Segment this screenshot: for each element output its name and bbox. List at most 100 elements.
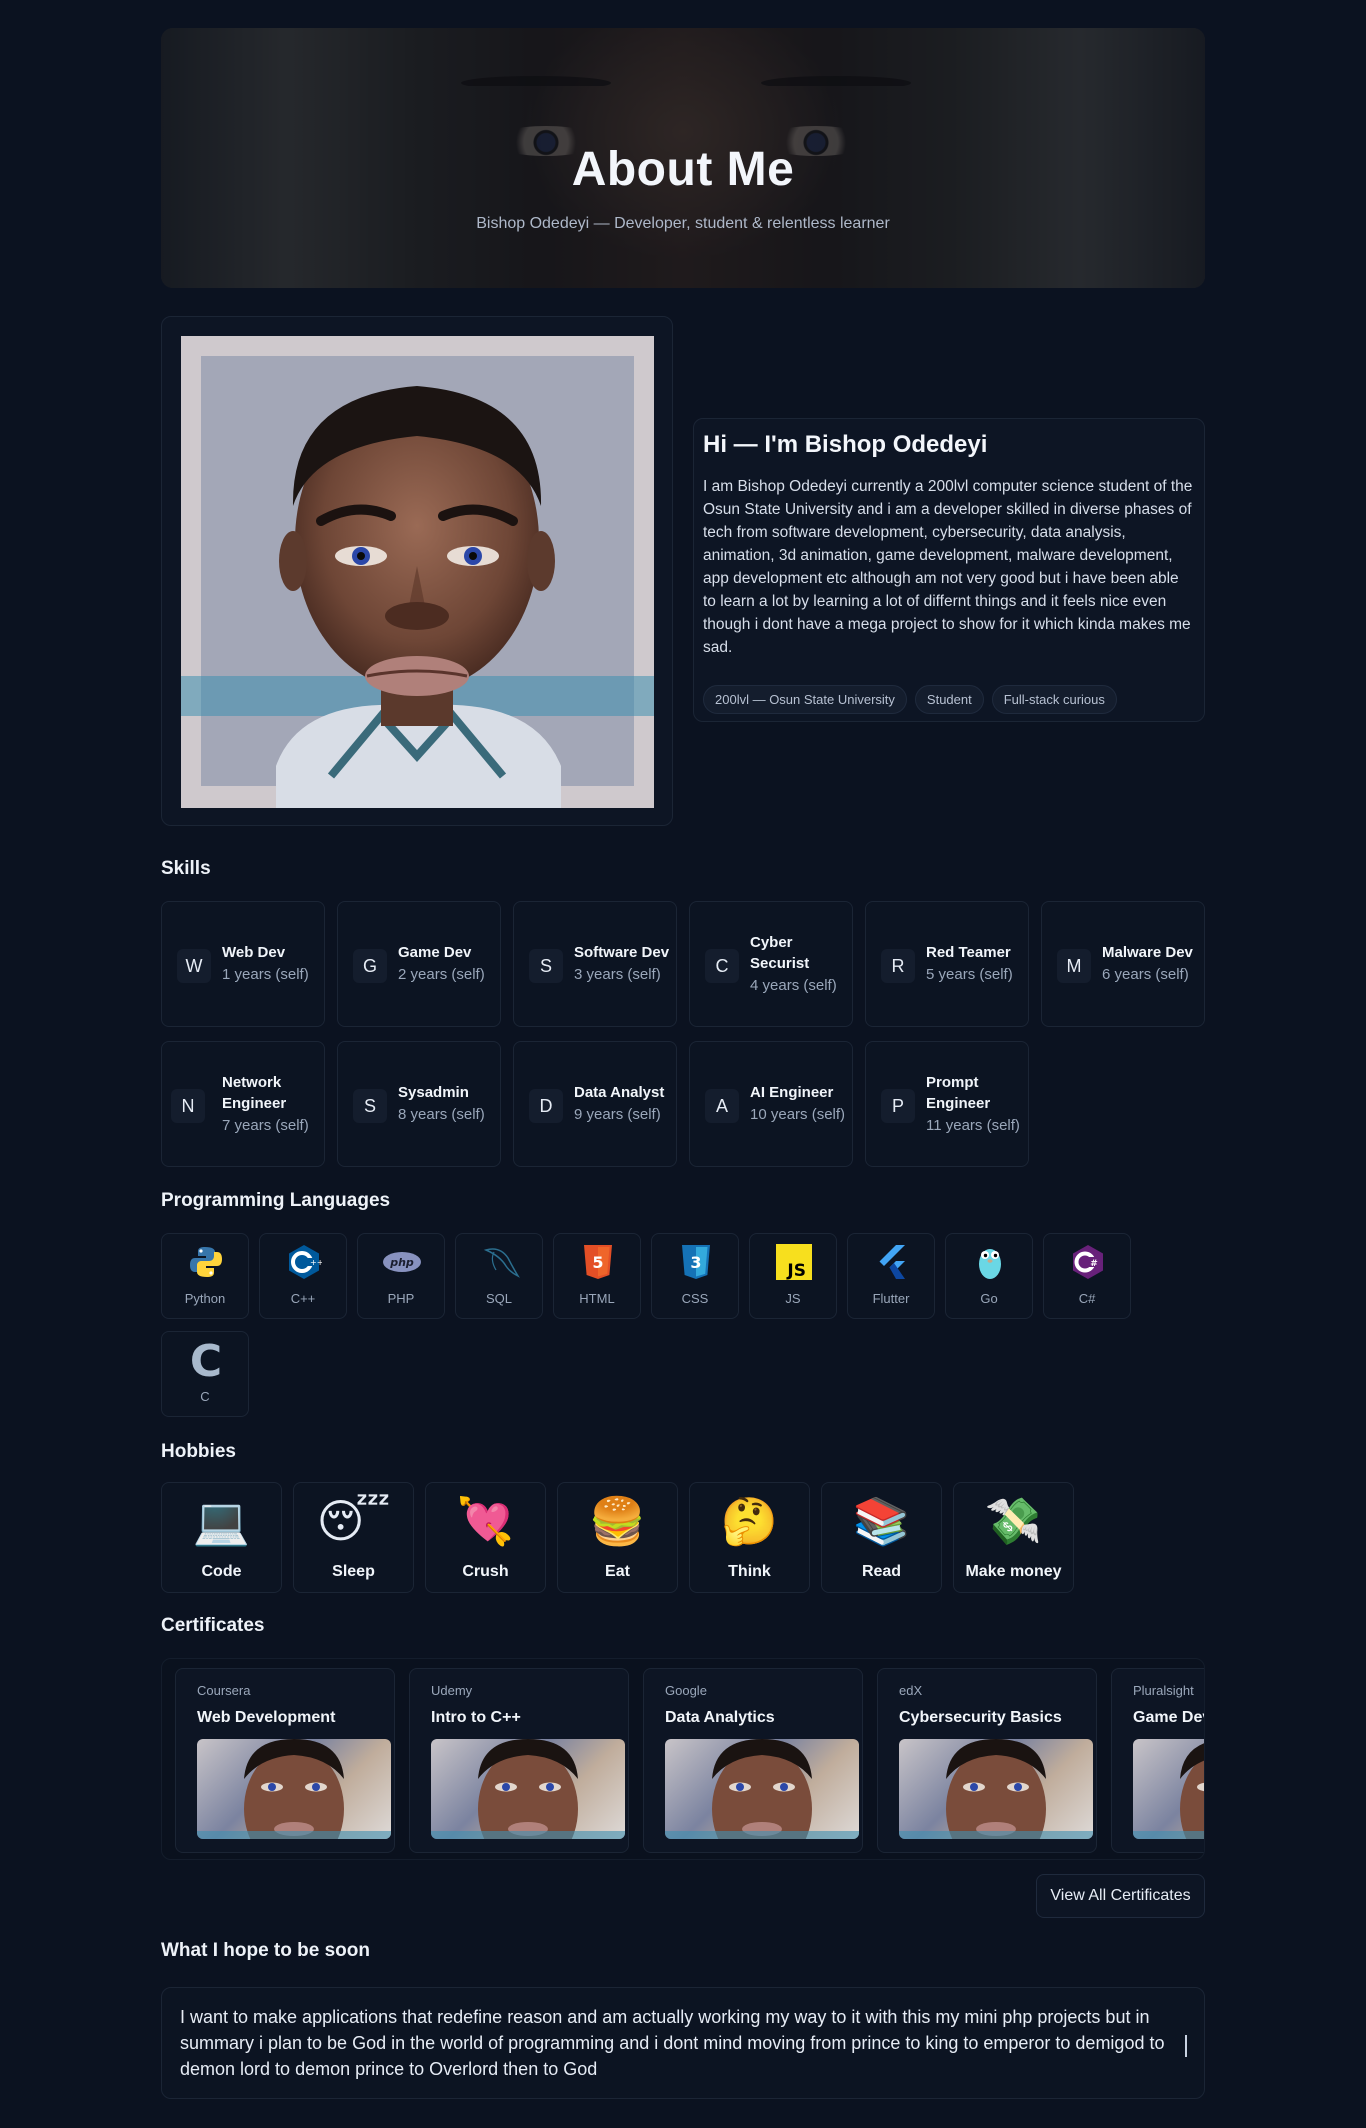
heart-arrow-icon: 💘 [456, 1495, 515, 1547]
language-html: 5 HTML [553, 1233, 641, 1319]
language-python: Python [161, 1233, 249, 1319]
hobbies-heading: Hobbies [161, 1441, 236, 1462]
hobby-make-money: 💸 Make money [953, 1482, 1074, 1593]
certificate-title: Web Development [197, 1709, 336, 1726]
certificate-card[interactable]: Google Data Analytics [643, 1668, 863, 1853]
hope-text-box: I want to make applications that redefin… [161, 1987, 1205, 2099]
svg-text:php: php [389, 1256, 414, 1269]
skill-name: Web Dev [222, 944, 286, 961]
skill-card-ai-engineer: A AI Engineer 10 years (self) [689, 1041, 853, 1167]
js-icon: JS [774, 1242, 814, 1282]
portrait-illustration [181, 336, 654, 808]
language-label: C# [1078, 1291, 1096, 1306]
certificates-heading: Certificates [161, 1615, 265, 1636]
hobby-label: Read [861, 1563, 902, 1580]
skill-initial: P [881, 1089, 915, 1123]
tag-student: Student [914, 685, 984, 714]
svg-text:3: 3 [690, 1253, 701, 1272]
svg-text:#: # [1090, 1259, 1098, 1269]
go-icon [970, 1242, 1010, 1282]
page-title: About Me [571, 143, 795, 196]
html-icon: 5 [578, 1242, 618, 1282]
certificate-image [665, 1739, 859, 1839]
language-php: php PHP [357, 1233, 445, 1319]
skill-name: Data Analyst [574, 1084, 665, 1101]
certificate-title: Game Dev I [1133, 1709, 1204, 1726]
skill-name: Software Dev [574, 944, 670, 961]
hobby-eat: 🍔 Eat [557, 1482, 678, 1593]
skill-initial: S [529, 949, 563, 983]
hero-banner: About Me Bishop Odedeyi — Developer, stu… [161, 28, 1205, 288]
hobby-think: 🤔 Think [689, 1482, 810, 1593]
language-css: 3 CSS [651, 1233, 739, 1319]
certificate-card[interactable]: Coursera Web Development [175, 1668, 395, 1853]
view-all-certificates-button[interactable]: View All Certificates [1036, 1874, 1205, 1918]
skill-card-cyber-securist: C Cyber Securist 4 years (self) [689, 901, 853, 1027]
skill-initial: M [1057, 949, 1091, 983]
csharp-icon: # [1068, 1242, 1108, 1282]
skill-card-web-dev: W Web Dev 1 years (self) [161, 901, 325, 1027]
certificate-title: Cybersecurity Basics [899, 1709, 1062, 1726]
c-icon: C [186, 1340, 226, 1380]
language-label: Python [184, 1291, 226, 1306]
hobby-sleep: 😴 Sleep [293, 1482, 414, 1593]
css-icon: 3 [676, 1242, 716, 1282]
skill-initial: N [171, 1089, 205, 1123]
python-icon [186, 1242, 226, 1282]
certificate-image [431, 1739, 625, 1839]
hobby-label: Eat [605, 1563, 630, 1580]
cpp-icon: ++ [284, 1242, 324, 1282]
skill-initial: D [529, 1089, 563, 1123]
language-flutter: Flutter [847, 1233, 935, 1319]
language-cpp: ++ C++ [259, 1233, 347, 1319]
certificate-provider: Pluralsight [1133, 1683, 1194, 1698]
language-go: Go [945, 1233, 1033, 1319]
certificate-card[interactable]: Udemy Intro to C++ [409, 1668, 629, 1853]
skill-card-red-teamer: R Red Teamer 5 years (self) [865, 901, 1029, 1027]
svg-text:C: C [190, 1340, 222, 1380]
flutter-icon [872, 1242, 912, 1282]
skill-initial: A [705, 1089, 739, 1123]
profile-photo [181, 336, 654, 808]
skill-years: 9 years (self) [574, 1106, 661, 1123]
skill-name: Malware Dev [1102, 944, 1193, 961]
money-wings-icon: 💸 [984, 1495, 1043, 1547]
skill-card-game-dev: G Game Dev 2 years (self) [337, 901, 501, 1027]
skill-card-software-dev: S Software Dev 3 years (self) [513, 901, 677, 1027]
intro-bio: I am Bishop Odedeyi currently a 200lvl c… [703, 478, 1193, 656]
certificate-provider: edX [899, 1683, 923, 1698]
language-label: C [200, 1389, 210, 1404]
languages-heading: Programming Languages [161, 1190, 391, 1211]
tag-university: 200lvl — Osun State University [703, 685, 907, 714]
skill-name: Sysadmin [398, 1084, 469, 1101]
skill-years: 2 years (self) [398, 966, 485, 983]
language-label: JS [785, 1291, 801, 1306]
skill-card-prompt-engineer: P Prompt Engineer 11 years (self) [865, 1041, 1029, 1167]
skill-name: Prompt Engineer [926, 1073, 991, 1112]
certificate-card[interactable]: Pluralsight Game Dev I [1111, 1668, 1204, 1853]
intro-heading: Hi — I'm Bishop Odedeyi [703, 431, 988, 458]
books-icon: 📚 [852, 1495, 911, 1547]
skill-initial: S [353, 1089, 387, 1123]
language-csharp: # C# [1043, 1233, 1131, 1319]
language-label: SQL [485, 1291, 512, 1306]
sleeping-face-icon: 😴 [316, 1495, 391, 1547]
skill-initial: C [705, 949, 739, 983]
hobby-label: Crush [462, 1563, 509, 1580]
svg-text:JS: JS [786, 1261, 806, 1280]
certificates-carousel[interactable]: Coursera Web Development Udemy Intro to … [161, 1658, 1205, 1860]
skill-years: 4 years (self) [750, 976, 837, 994]
hobby-label: Think [728, 1563, 771, 1580]
skill-years: 5 years (self) [926, 966, 1013, 983]
intro-tags: 200lvl — Osun State University Student F… [703, 685, 1117, 714]
profile-photo-card [161, 316, 673, 826]
skill-years: 10 years (self) [750, 1106, 846, 1123]
certificate-card[interactable]: edX Cybersecurity Basics [877, 1668, 1097, 1853]
page-subtitle: Bishop Odedeyi — Developer, student & re… [476, 215, 890, 232]
skill-name: Red Teamer [926, 944, 1011, 961]
certificate-image [899, 1739, 1093, 1839]
svg-text:5: 5 [592, 1253, 603, 1272]
certificate-provider: Udemy [431, 1683, 473, 1698]
language-js: JS JS [749, 1233, 837, 1319]
skill-years: 3 years (self) [574, 966, 661, 983]
